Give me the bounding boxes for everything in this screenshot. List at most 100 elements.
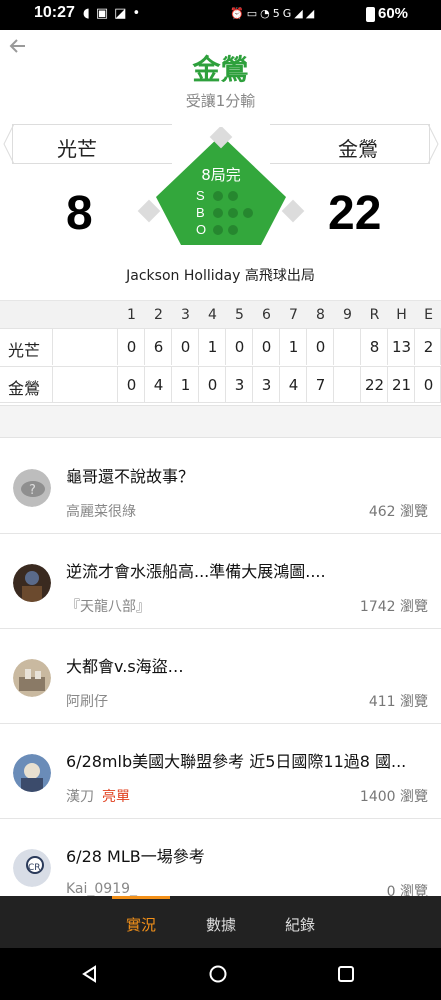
- table-cell: 4: [153, 376, 164, 394]
- table-row: 光芒 0 6 0 1 0 0 1 0 8 13 2: [0, 328, 441, 365]
- list-item[interactable]: ? 龜哥還不說故事？ 高麗菜很綠 462 瀏覽: [0, 439, 441, 534]
- 5g-icon: 5G: [272, 7, 295, 20]
- svg-text:CR: CR: [28, 863, 41, 873]
- tab-live[interactable]: 實況: [126, 914, 156, 935]
- post-author: 『天龍八部』: [66, 596, 150, 616]
- battery-percent: 60%: [378, 5, 409, 22]
- cell-divider: [52, 329, 53, 365]
- tab-records[interactable]: 紀錄: [285, 914, 315, 935]
- ball-dot: [213, 208, 223, 218]
- table-cell: 0: [180, 338, 191, 356]
- table-cell: 0: [126, 338, 137, 356]
- column-header: 4: [208, 307, 217, 323]
- system-navigation-bar: [0, 948, 441, 1000]
- column-header: 7: [289, 307, 298, 323]
- svg-text:?: ?: [29, 483, 36, 498]
- table-cell: 7: [315, 376, 326, 394]
- avatar: [13, 754, 51, 792]
- table-cell: 0: [423, 376, 434, 394]
- handicap-result: 受讓1分輸: [185, 92, 256, 110]
- home-circle-icon[interactable]: [208, 964, 228, 984]
- table-cell: 0: [126, 376, 137, 394]
- post-views: 462 瀏覽: [368, 504, 428, 520]
- avatar: [13, 659, 51, 697]
- table-cell: 3: [234, 376, 245, 394]
- author-name: Kai_0919_: [66, 881, 138, 897]
- out-dot: [228, 225, 238, 235]
- table-cell: 0: [315, 338, 326, 356]
- system-icons: ⏰▭◔5G◢◢: [230, 7, 317, 20]
- post-author: 高麗菜很綠: [66, 501, 136, 521]
- table-cell: 1: [288, 338, 299, 356]
- ball-dot: [243, 208, 253, 218]
- post-title: 逆流才會水漲船高...準備大展鴻圖....: [66, 562, 326, 581]
- table-cell: 1: [180, 376, 191, 394]
- author-name: 漢刀: [66, 789, 94, 805]
- post-title: 龜哥還不說故事？: [66, 467, 195, 486]
- column-header: R: [369, 307, 380, 323]
- table-cell: 13: [391, 338, 412, 356]
- column-header: 3: [181, 307, 190, 323]
- out-dot: [213, 225, 223, 235]
- avatar: CR: [13, 849, 51, 887]
- table-cell: 6: [153, 338, 164, 356]
- third-base-icon: [137, 199, 161, 223]
- home-team-name: 金鶯: [338, 137, 378, 161]
- table-cell: 2: [423, 338, 434, 356]
- column-header: H: [396, 307, 407, 323]
- post-views: 1400 瀏覽: [359, 789, 428, 805]
- post-title: 6/28 MLB一場參考: [66, 847, 205, 866]
- list-item[interactable]: 逆流才會水漲船高...準備大展鴻圖.... 『天龍八部』 1742 瀏覽: [0, 534, 441, 629]
- ball-dot: [228, 208, 238, 218]
- column-header: 2: [154, 307, 163, 323]
- avatar: [13, 564, 51, 602]
- list-item[interactable]: 6/28mlb美國大聯盟參考 近5日國際11過8 國... 漢刀 亮單 1400 …: [0, 724, 441, 819]
- strike-label: S: [196, 188, 205, 203]
- first-base-icon: [281, 199, 305, 223]
- battery-icon: [366, 7, 375, 22]
- cell-divider: [52, 367, 53, 403]
- away-score: 8: [66, 187, 93, 240]
- table-cell: 8: [369, 338, 380, 356]
- recents-square-icon[interactable]: [336, 964, 356, 984]
- strike-dot: [228, 191, 238, 201]
- table-cell: 4: [288, 376, 299, 394]
- lte-icon: ◢: [305, 7, 318, 20]
- column-header: E: [424, 307, 433, 323]
- back-triangle-icon[interactable]: [80, 964, 100, 984]
- muted-icon: ◪: [114, 6, 133, 21]
- author-name: 阿刷仔: [66, 694, 108, 710]
- author-name: 高麗菜很綠: [66, 504, 136, 520]
- author-name: 『天龍八部』: [66, 599, 150, 615]
- table-cell: 0: [234, 338, 245, 356]
- row-team-name: 光芒: [8, 341, 41, 360]
- avatar: ?: [13, 469, 51, 507]
- status-bar: 10:27 ◖▣◪• ⏰▭◔5G◢◢ 60%: [0, 0, 441, 30]
- bottom-tab-bar: 實況 數據 紀錄: [0, 896, 441, 948]
- row-team-name: 金鶯: [8, 379, 41, 398]
- list-item[interactable]: 大都會v.s海盜… 阿刷仔 411 瀏覽: [0, 629, 441, 724]
- out-label: O: [196, 222, 207, 237]
- column-header: 6: [262, 307, 271, 323]
- post-views: 411 瀏覽: [368, 694, 428, 710]
- line-score-header: 1 2 3 4 5 6 7 8 9 RH E: [0, 300, 441, 328]
- post-author: 漢刀 亮單: [66, 786, 130, 806]
- post-title: 大都會v.s海盜…: [66, 657, 184, 676]
- section-divider: [0, 405, 441, 438]
- post-tag-badge: 亮單: [102, 789, 130, 805]
- signal-icon: ◢: [294, 7, 306, 20]
- notification-icons: ◖▣◪•: [83, 6, 146, 21]
- status-time: 10:27: [34, 4, 75, 21]
- post-author: 阿刷仔: [66, 691, 108, 711]
- dot-icon: •: [132, 6, 147, 21]
- table-cell: 3: [261, 376, 272, 394]
- post-title: 6/28mlb美國大聯盟參考 近5日國際11過8 國...: [66, 752, 407, 771]
- ball-label: B: [196, 205, 205, 220]
- table-cell: 0: [207, 376, 218, 394]
- strike-dot: [213, 191, 223, 201]
- table-cell: 1: [207, 338, 218, 356]
- tab-stats[interactable]: 數據: [206, 914, 236, 935]
- post-views: 1742 瀏覽: [359, 599, 428, 615]
- column-header: 5: [235, 307, 244, 323]
- alarm-icon: ⏰: [230, 7, 247, 20]
